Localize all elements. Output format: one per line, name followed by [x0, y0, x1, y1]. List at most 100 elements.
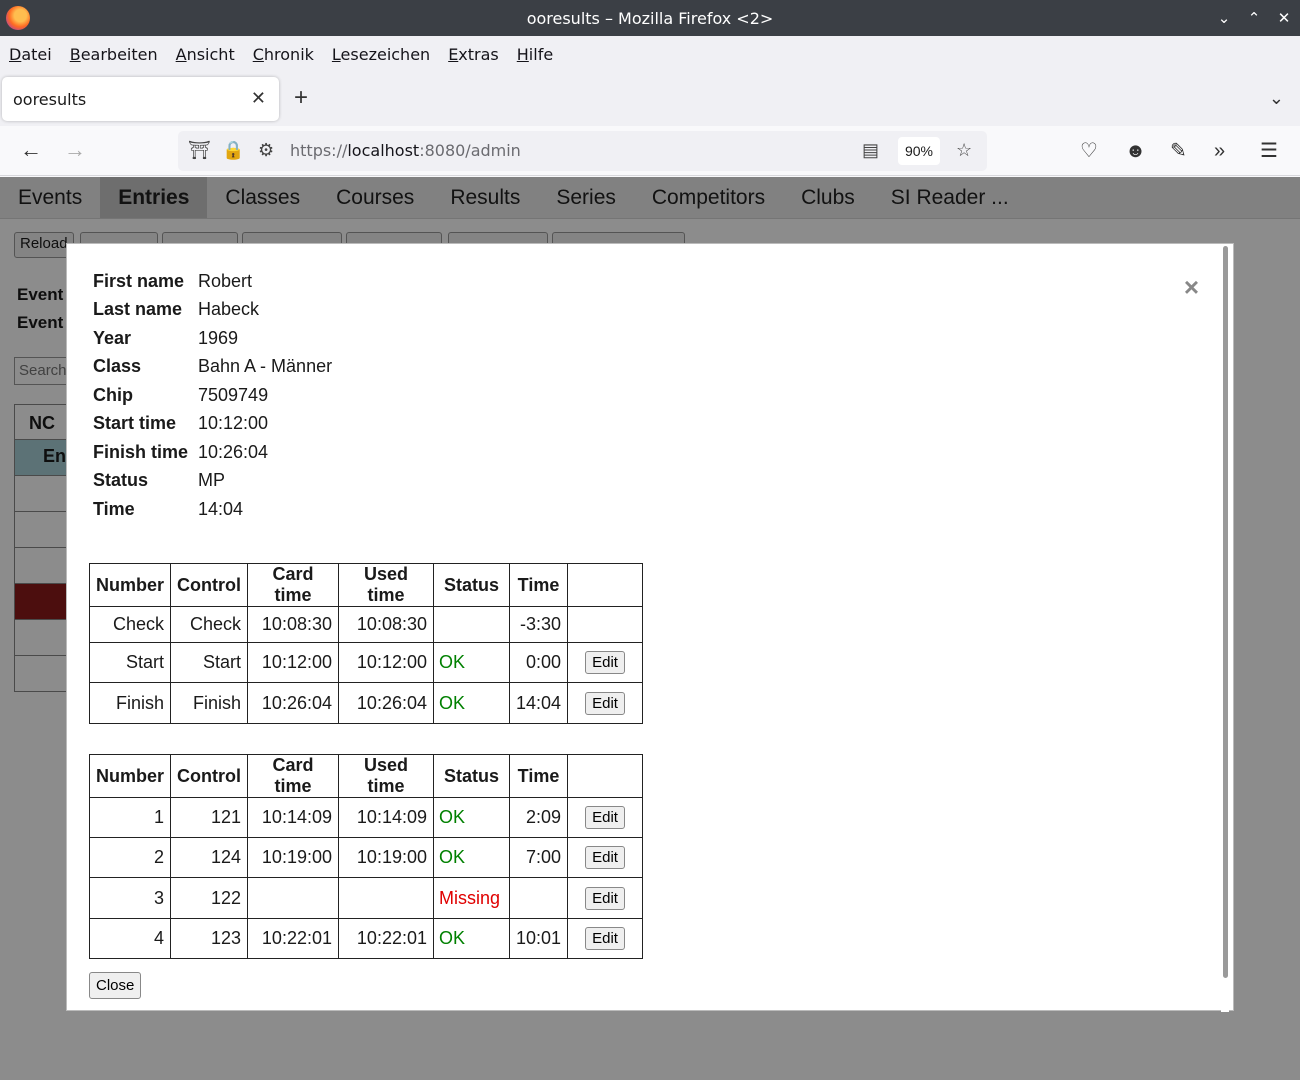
- cell-control: 123: [170, 918, 248, 959]
- control-punches-table: Number Control Card time Used time Status Tim…: [88, 754, 644, 959]
- menu-datei[interactable]: Datei: [9, 45, 52, 64]
- back-icon[interactable]: ←: [20, 138, 42, 162]
- cell-used-time: 10:26:04: [338, 682, 434, 724]
- edit-button[interactable]: Edit: [585, 846, 625, 869]
- edit-button[interactable]: Edit: [585, 651, 625, 674]
- account-icon[interactable]: ☻: [1125, 139, 1146, 163]
- menu-ansicht[interactable]: Ansicht: [176, 45, 235, 64]
- url-bar[interactable]: ⛩ 🔒 ⚙ https://localhost:8080/admin ▤ 90%…: [178, 131, 987, 171]
- cell-used-time: 10:12:00: [338, 642, 434, 683]
- cell-number: Finish: [88, 682, 172, 724]
- close-button[interactable]: Close: [89, 972, 142, 999]
- menu-hilfe[interactable]: Hilfe: [517, 45, 553, 64]
- cell-number: Start: [88, 642, 172, 683]
- detail-value: 7509749: [198, 384, 269, 405]
- detail-row: Time 14:04: [93, 495, 332, 524]
- scrollbar-thumb[interactable]: [1223, 246, 1228, 978]
- detail-value: 10:26:04: [198, 441, 269, 462]
- url-text[interactable]: https://localhost:8080/admin: [290, 141, 521, 160]
- lock-icon[interactable]: 🔒: [222, 140, 244, 161]
- menu-chronik[interactable]: Chronik: [253, 45, 314, 64]
- column-header: Time: [508, 563, 569, 607]
- cell-used-time: 10:22:01: [338, 918, 434, 959]
- column-header: Card time: [247, 563, 339, 607]
- cell-status: Missing: [433, 877, 510, 919]
- cell-status: OK: [433, 642, 510, 683]
- window-title: ooresults – Mozilla Firefox <2>: [526, 8, 774, 28]
- column-header: Number: [88, 754, 172, 798]
- cell-card-time: 10:19:00: [247, 837, 339, 878]
- menu-bearbeiten[interactable]: Bearbeiten: [70, 45, 158, 64]
- tab-strip: ooresults ✕ + ⌄: [0, 72, 1300, 126]
- special-punches-table: Number Control Card time Used time Status Tim…: [88, 563, 644, 724]
- cell-time: 7:00: [508, 837, 569, 878]
- cell-action: Edit: [567, 918, 644, 959]
- cell-time: 14:04: [508, 682, 569, 724]
- close-icon[interactable]: ×: [1184, 274, 1199, 300]
- cell-control: Check: [170, 606, 248, 643]
- zoom-level[interactable]: 90%: [898, 137, 940, 165]
- cell-number: 1: [88, 797, 172, 838]
- menu-lesezeichen[interactable]: Lesezeichen: [332, 45, 430, 64]
- edit-button[interactable]: Edit: [585, 927, 625, 950]
- detail-label: Finish time: [93, 441, 189, 462]
- edit-button[interactable]: Edit: [585, 886, 625, 910]
- cell-used-time: 10:14:09: [338, 797, 434, 838]
- cell-card-time: 10:14:09: [247, 797, 339, 838]
- edit-button[interactable]: Edit: [585, 691, 625, 715]
- detail-value: MP: [198, 470, 225, 491]
- tab-close-icon[interactable]: ✕: [251, 88, 266, 109]
- cell-action: [567, 606, 644, 643]
- cell-time: [508, 877, 569, 919]
- maximize-icon[interactable]: ⌃: [1246, 10, 1262, 27]
- close-window-icon[interactable]: ✕: [1276, 10, 1292, 27]
- column-header: Used time: [338, 563, 434, 607]
- table-row: Start Start 10:12:00 10:12:00 OK 0:00 Edit: [88, 642, 644, 683]
- detail-label: Chip: [93, 384, 133, 405]
- cell-card-time: 10:26:04: [247, 682, 339, 724]
- reader-view-icon[interactable]: ▤: [862, 140, 879, 161]
- detail-label: Start time: [93, 413, 177, 434]
- menu-extras[interactable]: Extras: [448, 45, 499, 64]
- detail-label: Year: [93, 327, 132, 348]
- detail-label: Status: [93, 470, 149, 491]
- table-row: 3 122 Missing Edit: [88, 877, 644, 919]
- window-titlebar: ooresults – Mozilla Firefox <2> ⌄ ⌃ ✕: [0, 0, 1300, 36]
- cell-used-time: [338, 877, 434, 919]
- column-header: Control: [170, 563, 248, 607]
- cell-status: OK: [433, 797, 510, 838]
- permissions-icon[interactable]: ⚙: [258, 140, 274, 161]
- entry-detail-modal: × First name Robert Last name Habeck Year 196…: [66, 243, 1234, 1012]
- browser-tab[interactable]: ooresults ✕: [2, 77, 279, 121]
- shield-icon[interactable]: ⛩: [188, 140, 211, 161]
- column-header: Control: [170, 754, 248, 798]
- cell-control: 122: [170, 877, 248, 919]
- minimize-icon[interactable]: ⌄: [1216, 10, 1232, 27]
- navigation-toolbar: ← → ⛩ 🔒 ⚙ https://localhost:8080/admin ▤…: [0, 126, 1300, 176]
- pocket-icon[interactable]: ♡: [1080, 139, 1098, 163]
- detail-value: 14:04: [198, 498, 244, 519]
- new-tab-icon[interactable]: +: [294, 86, 308, 110]
- table-header-row: Number Control Card time Used time Status Tim…: [88, 754, 644, 798]
- cell-time: 0:00: [508, 642, 569, 683]
- detail-value: 1969: [198, 327, 239, 348]
- app-menu-icon[interactable]: ☰: [1260, 139, 1278, 163]
- detail-label: Time: [93, 498, 135, 519]
- list-tabs-icon[interactable]: ⌄: [1269, 88, 1284, 109]
- cell-control: 124: [170, 837, 248, 878]
- entry-details: First name Robert Last name Habeck Year 1969 C…: [93, 267, 332, 524]
- cell-time: -3:30: [508, 606, 569, 643]
- detail-value: Robert: [198, 270, 253, 291]
- detail-value: Bahn A - Männer: [198, 356, 333, 377]
- detail-value: Habeck: [198, 299, 260, 320]
- column-header: Used time: [338, 754, 434, 798]
- cell-control: 121: [170, 797, 248, 838]
- extensions-icon[interactable]: ✎: [1170, 139, 1187, 163]
- edit-button[interactable]: Edit: [585, 806, 625, 829]
- cell-status: OK: [433, 837, 510, 878]
- overflow-icon[interactable]: »: [1214, 139, 1225, 163]
- detail-value: 10:12:00: [198, 413, 269, 434]
- forward-icon[interactable]: →: [64, 138, 86, 162]
- cell-number: 3: [88, 877, 172, 919]
- bookmark-star-icon[interactable]: ☆: [956, 140, 972, 161]
